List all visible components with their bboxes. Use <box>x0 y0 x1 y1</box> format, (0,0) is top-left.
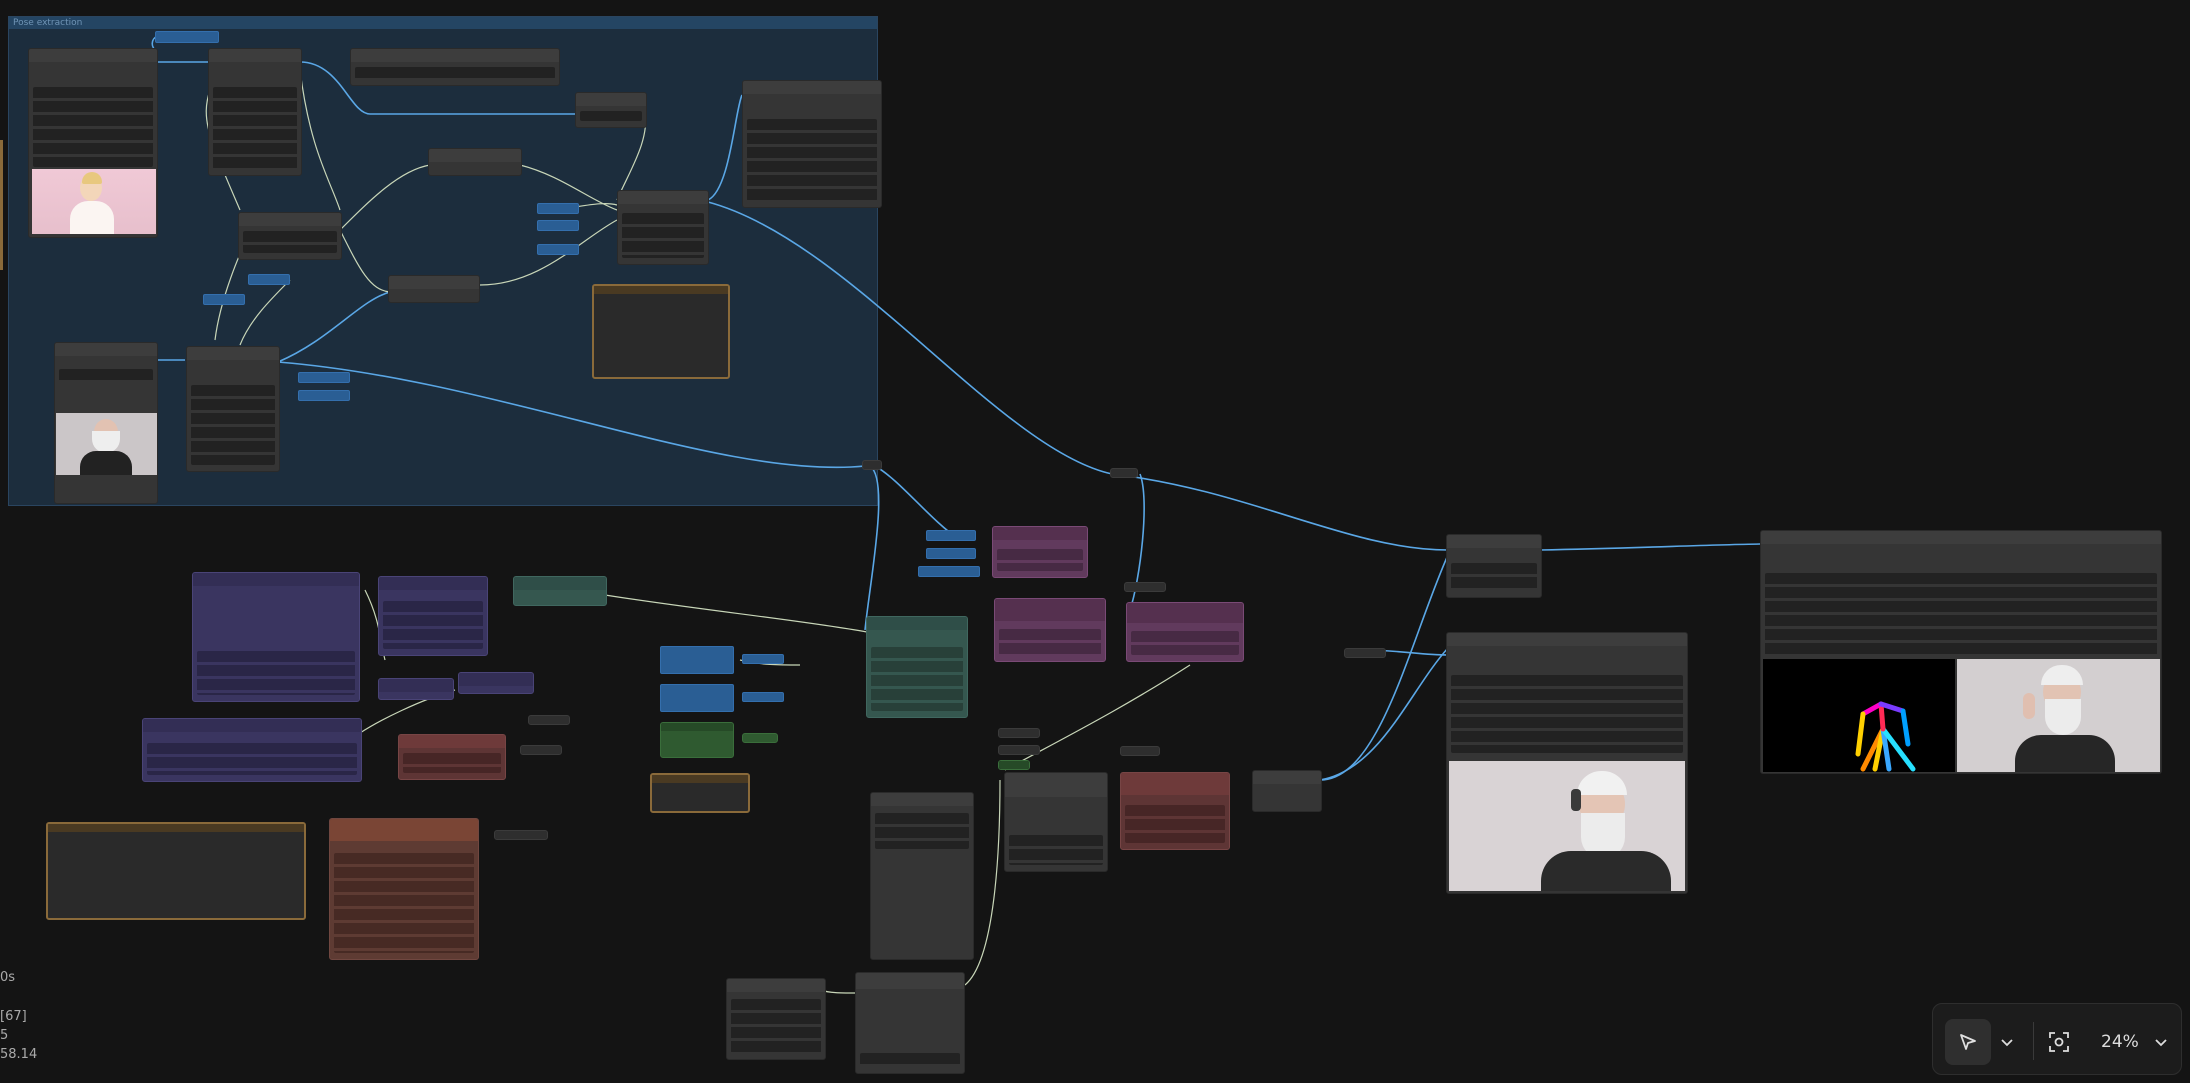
brown-node[interactable] <box>329 818 479 960</box>
blue-small-a[interactable] <box>926 530 976 541</box>
small-node-6[interactable] <box>998 745 1040 755</box>
green-node[interactable] <box>660 722 734 758</box>
chevron-down-icon <box>2155 1039 2167 1047</box>
latent-node[interactable] <box>726 978 826 1060</box>
load-image-node[interactable] <box>28 48 158 238</box>
preview-output-node[interactable] <box>1446 632 1688 894</box>
fit-view-button[interactable] <box>2047 1030 2071 1054</box>
blue-node-1[interactable] <box>660 646 734 674</box>
result-image-man-headphones <box>1449 761 1685 891</box>
preview-image-woman <box>32 169 156 234</box>
small-node-8[interactable] <box>1344 648 1386 658</box>
crop-node[interactable] <box>238 212 342 260</box>
note-node-left[interactable] <box>46 822 306 920</box>
preview-image-man <box>56 413 157 475</box>
int-node-1[interactable] <box>537 203 579 214</box>
save-node[interactable] <box>1446 534 1542 598</box>
apply-cn-node-3[interactable] <box>1126 602 1244 662</box>
small-node-5[interactable] <box>998 728 1040 738</box>
video-combine-node[interactable] <box>186 346 280 472</box>
seed-node[interactable] <box>855 972 965 1074</box>
output-node-top[interactable] <box>742 80 882 208</box>
int-node-7[interactable] <box>298 390 350 401</box>
teal-node-small[interactable] <box>513 576 607 606</box>
reference-image-man <box>1957 659 2160 772</box>
reroute-dot-2[interactable] <box>1110 468 1138 478</box>
int-node-4[interactable] <box>248 274 290 285</box>
blue-tag-1[interactable] <box>742 654 784 664</box>
zoom-level[interactable]: 24% <box>2101 1030 2139 1054</box>
comparison-node[interactable] <box>1760 530 2162 774</box>
small-node-7[interactable] <box>1120 746 1160 756</box>
small-node-2[interactable] <box>520 745 562 755</box>
small-node-4[interactable] <box>1124 582 1166 592</box>
select-mode-button[interactable] <box>1945 1019 1991 1065</box>
node-graph-canvas[interactable]: Pose extraction 0s [67] 5 58.14 24% <box>0 0 2190 1083</box>
int-node-6[interactable] <box>298 372 350 383</box>
encoder-node[interactable] <box>142 718 362 782</box>
group-title[interactable]: Pose extraction <box>9 17 877 29</box>
pose-skeleton-image <box>1763 659 1955 772</box>
group-side-accent <box>0 140 3 270</box>
model-loader-node[interactable] <box>192 572 360 702</box>
resize-image-node[interactable] <box>208 48 302 176</box>
text-node[interactable] <box>350 48 560 86</box>
fit-view-icon <box>2049 1032 2069 1052</box>
load-video-node[interactable] <box>54 342 158 504</box>
scale-node[interactable] <box>428 148 522 176</box>
note-node-center[interactable] <box>650 773 750 813</box>
apply-cn-node-1[interactable] <box>992 526 1088 578</box>
stat-fps: 58.14 <box>0 1047 38 1062</box>
int-node-5[interactable] <box>203 294 245 305</box>
primitive-node[interactable] <box>155 31 219 43</box>
chevron-down-icon <box>2001 1039 2013 1047</box>
lora-node[interactable] <box>458 672 534 694</box>
small-node-3[interactable] <box>494 830 548 840</box>
ksampler-node[interactable] <box>1004 772 1108 872</box>
zoom-dropdown-button[interactable] <box>2151 1032 2171 1052</box>
empty-latent-node[interactable] <box>870 792 974 960</box>
vae-decode-node[interactable] <box>1120 772 1230 850</box>
blue-small-c[interactable] <box>918 566 980 577</box>
pose-skeleton-svg <box>1855 701 1916 772</box>
int-node-2[interactable] <box>537 220 579 231</box>
upscale-node[interactable] <box>388 275 480 303</box>
small-node-1[interactable] <box>528 715 570 725</box>
pose-node[interactable] <box>617 190 709 265</box>
upscale-model-node[interactable] <box>1252 770 1322 812</box>
blue-small-b[interactable] <box>926 548 976 559</box>
canvas-toolbar: 24% <box>1932 1003 2182 1075</box>
stat-count: 5 <box>0 1028 9 1043</box>
vae-node[interactable] <box>378 678 454 700</box>
reroute-dot-1[interactable] <box>862 460 882 470</box>
apply-cn-node-2[interactable] <box>994 598 1106 662</box>
sampler-small-node[interactable] <box>398 734 506 780</box>
clip-node[interactable] <box>378 576 488 656</box>
stat-queue: [67] <box>0 1009 27 1024</box>
cursor-arrow-icon <box>1960 1034 1976 1050</box>
note-node-top[interactable] <box>592 284 730 379</box>
blue-node-2[interactable] <box>660 684 734 712</box>
controlnet-node[interactable] <box>866 616 968 718</box>
blue-tag-2[interactable] <box>742 692 784 702</box>
toolbar-divider <box>2033 1022 2034 1060</box>
reroute-node[interactable] <box>575 92 647 128</box>
stat-time: 0s <box>0 970 16 985</box>
green-small[interactable] <box>998 760 1030 770</box>
green-tag[interactable] <box>742 733 778 743</box>
int-node-3[interactable] <box>537 244 579 255</box>
mode-dropdown-button[interactable] <box>1997 1032 2017 1052</box>
